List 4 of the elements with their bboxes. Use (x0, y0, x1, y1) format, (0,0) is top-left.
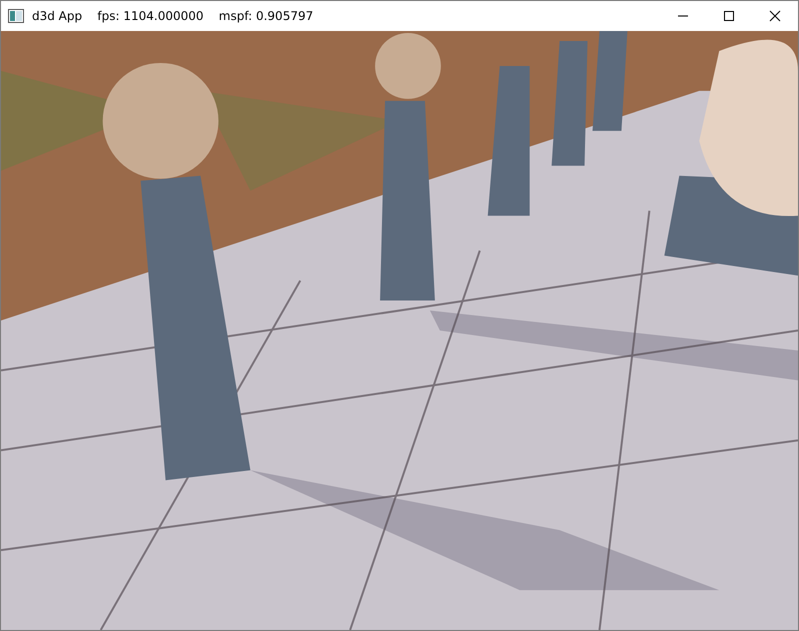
close-icon (769, 10, 781, 22)
maximize-icon (723, 10, 735, 22)
app-icon (8, 9, 24, 23)
window-title: d3d App fps: 1104.000000 mspf: 0.905797 (32, 9, 314, 23)
